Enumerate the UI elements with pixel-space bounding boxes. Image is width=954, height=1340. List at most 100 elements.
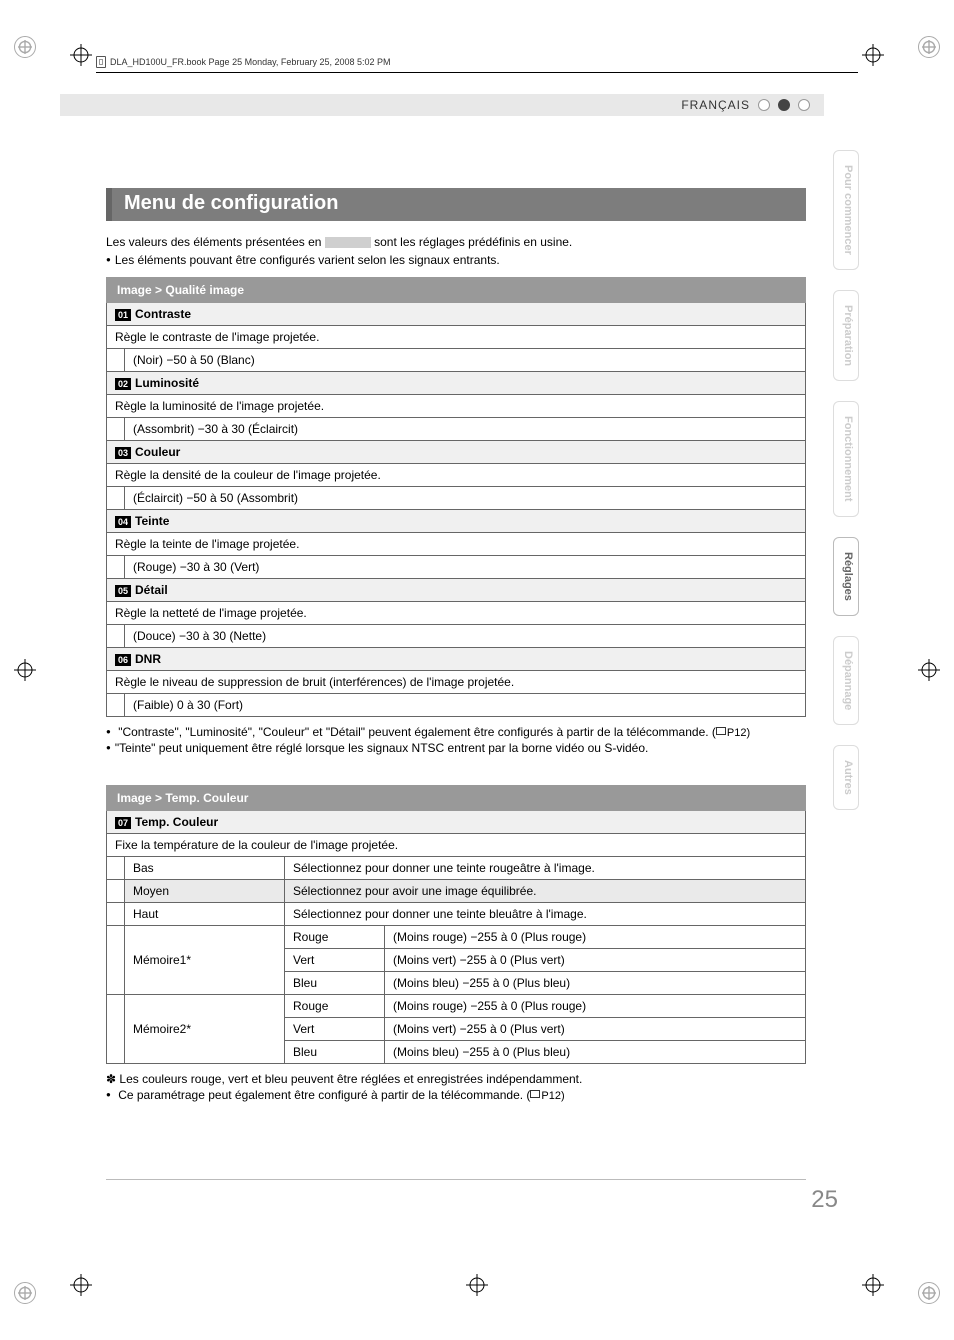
intro-bullet: Les éléments pouvant être configurés var… [106,253,806,267]
registration-mark-icon [918,36,940,58]
item-range: (Rouge) −30 à 30 (Vert) [125,556,806,579]
item-desc: Règle la luminosité de l'image projetée. [107,395,806,418]
footnote-rgb: Les couleurs rouge, vert et bleu peuvent… [106,1072,806,1086]
item-desc: Règle la netteté de l'image projetée. [107,602,806,625]
item-number: 01 [115,309,131,321]
item-range: (Éclaircit) −50 à 50 (Assombrit) [125,487,806,510]
crop-mark-icon [70,44,92,66]
spacer-cell [107,487,125,510]
spacer-cell [107,880,125,903]
crop-mark-icon [862,44,884,66]
footer-rule [106,1179,806,1180]
running-head-text: DLA_HD100U_FR.book Page 25 Monday, Febru… [110,57,391,67]
spacer-cell [107,903,125,926]
side-tab: Réglages [833,537,859,616]
section-title: Menu de configuration [106,188,806,221]
option-desc: Sélectionnez pour donner une teinte roug… [285,857,806,880]
crop-mark-icon [466,1274,488,1296]
item-range: (Faible) 0 à 30 (Fort) [125,694,806,717]
item-name: Luminosité [135,376,199,390]
page-content: Menu de configuration Les valeurs des él… [106,188,806,1104]
page-number: 25 [811,1186,838,1214]
option-desc: Sélectionnez pour donner une teinte bleu… [285,903,806,926]
language-bar: FRANÇAIS [60,94,824,116]
registration-mark-icon [918,1282,940,1304]
item07-desc: Fixe la température de la couleur de l'i… [107,834,806,857]
default-value-swatch [325,237,371,248]
note-teinte-ntsc: "Teinte" peut uniquement être réglé lors… [106,741,806,755]
item-desc: Règle le niveau de suppression de bruit … [107,671,806,694]
crop-mark-icon [862,1274,884,1296]
side-tab: Autres [833,745,859,810]
channel-range: (Moins vert) −255 à 0 (Plus vert) [385,1018,806,1041]
item-header: 04Teinte [107,510,806,533]
running-head: DLA_HD100U_FR.book Page 25 Monday, Febru… [96,56,391,68]
item-range: (Douce) −30 à 30 (Nette) [125,625,806,648]
item-header: 06 DNR [107,648,806,671]
side-tab: Préparation [833,290,859,381]
spacer-cell [107,556,125,579]
channel-range: (Moins rouge) −255 à 0 (Plus rouge) [385,995,806,1018]
page-ref: P12) [530,1090,564,1102]
channel-name: Vert [285,1018,385,1041]
item-name: Détail [135,583,168,597]
item-desc: Règle le contraste de l'image projetée. [107,326,806,349]
table2-header: Image > Temp. Couleur [107,786,806,811]
book-icon [96,56,106,68]
item-name: Temp. Couleur [135,815,218,829]
intro-line: Les valeurs des éléments présentées en s… [106,235,806,249]
intro-before: Les valeurs des éléments présentées en [106,235,325,249]
channel-name: Bleu [285,1041,385,1064]
spacer-cell [107,995,125,1064]
item-number: 04 [115,516,131,528]
channel-name: Vert [285,949,385,972]
item-number: 07 [115,817,131,829]
note-remote-config: "Contraste", "Luminosité", "Couleur" et … [106,725,806,739]
item-number: 02 [115,378,131,390]
option-label: Moyen [125,880,285,903]
item-name: Contraste [135,307,191,321]
spacer-cell [107,694,125,717]
item-range: (Assombrit) −30 à 30 (Éclaircit) [125,418,806,441]
memory-label: Mémoire1* [125,926,285,995]
channel-name: Rouge [285,926,385,949]
channel-range: (Moins vert) −255 à 0 (Plus vert) [385,949,806,972]
item-number: 05 [115,585,131,597]
registration-mark-icon [14,36,36,58]
channel-range: (Moins bleu) −255 à 0 (Plus bleu) [385,972,806,995]
header-rule [96,72,858,73]
item07-row: 07 Temp. Couleur [107,811,806,834]
intro-after: sont les réglages prédéfinis en usine. [371,235,572,249]
side-tab: Dépannage [833,636,859,725]
note-remote-config-2: Ce paramétrage peut également être confi… [106,1088,806,1102]
spacer-cell [107,349,125,372]
item-header: 03Couleur [107,441,806,464]
side-tabs: Pour commencer Préparation Fonctionnement R… [833,150,859,810]
lang-dot [798,99,810,111]
channel-name: Bleu [285,972,385,995]
item-header: 05 Détail [107,579,806,602]
memory-label: Mémoire2* [125,995,285,1064]
crop-mark-icon [14,659,36,681]
lang-dot-active [778,99,790,111]
item-number: 06 [115,654,131,666]
crop-mark-icon [918,659,940,681]
item-header: 02 Luminosité [107,372,806,395]
spacer-cell [107,857,125,880]
item-desc: Règle la teinte de l'image projetée. [107,533,806,556]
spacer-cell [107,418,125,441]
page-ref: P12) [716,727,750,739]
channel-name: Rouge [285,995,385,1018]
side-tab: Fonctionnement [833,401,859,517]
channel-range: (Moins rouge) −255 à 0 (Plus rouge) [385,926,806,949]
side-tab: Pour commencer [833,150,859,270]
book-icon [716,727,726,735]
option-label: Bas [125,857,285,880]
config-table-temp-couleur: Image > Temp. Couleur 07 Temp. Couleur Fi… [106,785,806,1064]
item-header: 01 Contraste [107,303,806,326]
book-icon [530,1090,540,1098]
option-label: Haut [125,903,285,926]
item-name: DNR [135,652,161,666]
item-number: 03 [115,447,131,459]
lang-dot [758,99,770,111]
